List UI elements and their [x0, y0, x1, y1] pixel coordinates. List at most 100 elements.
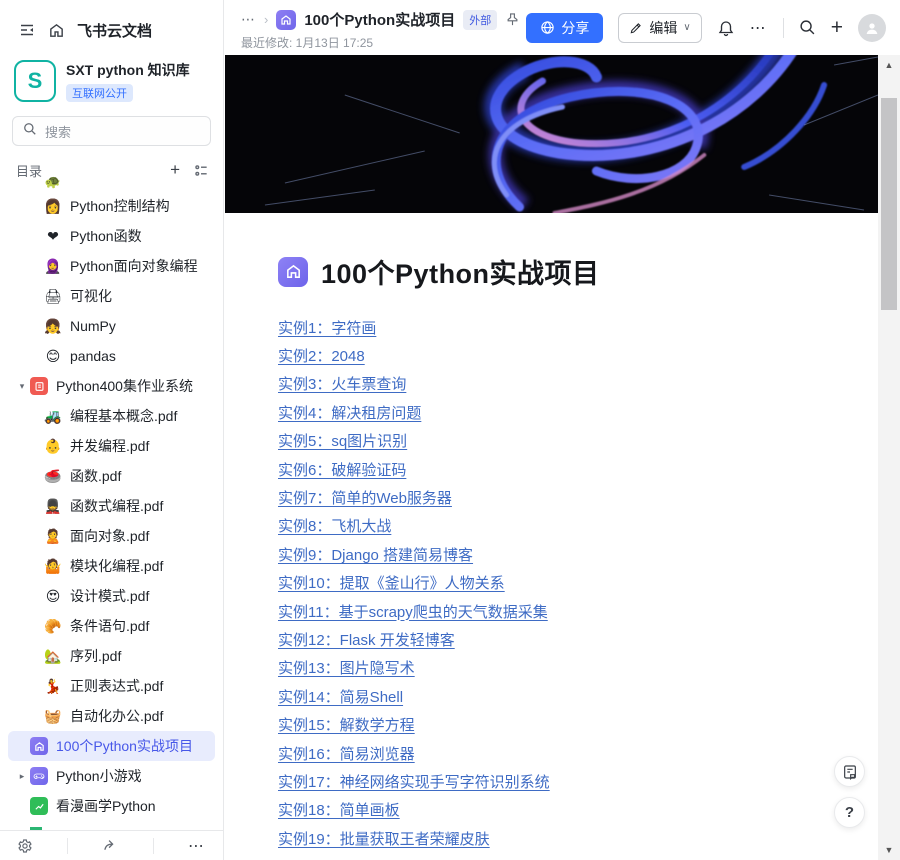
- sidebar-item[interactable]: 🧺 自动化办公.pdf: [0, 701, 223, 731]
- croissant-icon: 🥐: [44, 618, 62, 634]
- sidebar-item[interactable]: 😊 pandas: [0, 341, 223, 371]
- project-link[interactable]: 实例15：解数学方程: [278, 710, 415, 738]
- divider: [782, 17, 784, 38]
- sidebar-item[interactable]: 🚜 编程基本概念.pdf: [0, 401, 223, 431]
- baby-icon: 👶: [44, 438, 62, 454]
- doc-title-home-icon: [278, 256, 308, 287]
- global-search-icon[interactable]: [799, 19, 816, 36]
- sidebar-item-label: 编程基本概念.pdf: [70, 408, 178, 424]
- project-link[interactable]: 实例4：解决租房问题: [278, 398, 421, 426]
- page-title: 100个Python实战项目: [321, 259, 600, 289]
- scrollbar-thumb[interactable]: [881, 98, 897, 310]
- project-link[interactable]: 实例5：sq图片识别: [278, 427, 407, 455]
- project-link[interactable]: 实例12：Flask 开发轻博客: [278, 625, 455, 653]
- breadcrumb-more-icon[interactable]: ⋯: [241, 11, 256, 28]
- collapse-sidebar-icon[interactable]: [18, 21, 36, 39]
- project-link[interactable]: 实例19：批量获取王者荣耀皮肤: [278, 824, 490, 852]
- sidebar-item[interactable]: 💃 正则表达式.pdf: [0, 671, 223, 701]
- sidebar-item[interactable]: 🥐 条件语句.pdf: [0, 611, 223, 641]
- sidebar-item[interactable]: 👶 并发编程.pdf: [0, 431, 223, 461]
- sidebar-item[interactable]: ▸ Python小游戏: [0, 761, 223, 791]
- breadcrumb: ⋯ › 100个Python实战项目 外部: [241, 9, 520, 30]
- red-space-icon: [30, 377, 48, 395]
- guard-icon: 💂: [44, 498, 62, 514]
- project-link[interactable]: 实例9：Django 搭建简易博客: [278, 540, 473, 568]
- space-name: SXT python 知识库: [66, 62, 190, 78]
- share-forward-icon[interactable]: [102, 837, 119, 854]
- sidebar-item[interactable]: 🐢: [0, 176, 223, 191]
- shrug-icon: 🤷: [44, 558, 62, 574]
- sidebar-item[interactable]: 100个Python实战项目: [8, 731, 215, 761]
- gamepad-icon: [30, 767, 48, 785]
- sidebar-item-label: 并发编程.pdf: [70, 438, 150, 454]
- project-link[interactable]: 实例2：2048: [278, 341, 365, 369]
- project-link[interactable]: 实例14：简易Shell: [278, 682, 403, 710]
- sidebar-item[interactable]: 看漫画学Python: [0, 791, 223, 821]
- search-input[interactable]: 搜索: [12, 116, 211, 146]
- space-info[interactable]: S SXT python 知识库 互联网公开: [0, 44, 223, 102]
- project-link[interactable]: 实例1：字符画: [278, 313, 376, 341]
- more-actions-icon[interactable]: ⋯: [750, 18, 768, 38]
- question-mark-icon: ?: [844, 804, 855, 821]
- project-link[interactable]: 实例3：火车票查询: [278, 370, 406, 398]
- sidebar-item[interactable]: 😍 设计模式.pdf: [0, 581, 223, 611]
- sidebar-item[interactable]: 🏡 序列.pdf: [0, 641, 223, 671]
- person-icon: 🙎: [44, 528, 62, 544]
- sidebar-item[interactable]: 🙎 面向对象.pdf: [0, 521, 223, 551]
- doc-breadcrumb-title[interactable]: 100个Python实战项目: [304, 9, 455, 30]
- project-link[interactable]: 实例7：简单的Web服务器: [278, 483, 452, 511]
- feedback-note-button[interactable]: [834, 756, 865, 787]
- more-options-icon[interactable]: ⋯: [188, 836, 206, 856]
- project-link[interactable]: 实例11：基于scrapy爬虫的天气数据采集: [278, 597, 548, 625]
- sidebar-item-label: Python小游戏: [56, 768, 142, 784]
- avatar[interactable]: [858, 13, 886, 42]
- scroll-up-arrow[interactable]: ▲: [878, 57, 900, 73]
- sidebar-item-label: 模块化编程.pdf: [70, 558, 164, 574]
- sidebar-item-label: 面向对象.pdf: [70, 528, 150, 544]
- help-button[interactable]: ?: [834, 797, 865, 828]
- share-button[interactable]: 分享: [526, 12, 604, 43]
- scroll-down-arrow[interactable]: ▼: [878, 842, 900, 858]
- sidebar-item[interactable]: 👩 Python控制结构: [0, 191, 223, 221]
- sidebar-item[interactable]: 🖨 可视化: [0, 281, 223, 311]
- edit-button[interactable]: 编辑 ∨: [618, 12, 702, 43]
- sidebar-item[interactable]: 🤷 模块化编程.pdf: [0, 551, 223, 581]
- sidebar-item-label: Python控制结构: [70, 198, 170, 214]
- project-link[interactable]: 实例18：简单画板: [278, 796, 400, 824]
- sidebar-item-label: 设计模式.pdf: [70, 588, 150, 604]
- project-link[interactable]: 实例16：简易浏览器: [278, 739, 415, 767]
- cover-image: [225, 55, 878, 213]
- expander-right-icon[interactable]: ▸: [14, 771, 30, 782]
- pencil-icon: [629, 21, 643, 35]
- sidebar-item[interactable]: 🥌 函数.pdf: [0, 461, 223, 491]
- sidebar-item-label: 自动化办公.pdf: [70, 708, 164, 724]
- project-link[interactable]: 实例6：破解验证码: [278, 455, 406, 483]
- woman-headscarf-icon: 🧕: [44, 258, 62, 274]
- sidebar-item[interactable]: ▾ Python400集作业系统: [0, 371, 223, 401]
- create-new-icon[interactable]: +: [831, 17, 843, 38]
- project-link[interactable]: 实例10：提取《釜山行》人物关系: [278, 569, 505, 597]
- project-link[interactable]: 实例17：神经网络实现手写字符识别系统: [278, 767, 550, 795]
- settings-gear-icon[interactable]: [17, 838, 33, 854]
- space-logo: S: [14, 60, 56, 102]
- sidebar-item[interactable]: 🧕 Python面向对象编程: [0, 251, 223, 281]
- sidebar-item-label: 函数式编程.pdf: [70, 498, 164, 514]
- sidebar-item[interactable]: ❤ Python函数: [0, 221, 223, 251]
- sidebar-item[interactable]: 💂 函数式编程.pdf: [0, 491, 223, 521]
- sidebar-header: 飞书云文档: [0, 0, 223, 44]
- scrollbar[interactable]: ▲ ▼: [878, 55, 900, 860]
- notifications-bell-icon[interactable]: [717, 19, 735, 37]
- search-placeholder: 搜索: [45, 124, 72, 140]
- doc-home-icon: [276, 9, 297, 30]
- app-title: 飞书云文档: [77, 22, 153, 40]
- external-badge: 外部: [463, 9, 498, 30]
- sidebar: 飞书云文档 S SXT python 知识库 互联网公开 搜索 目录 + 🐢 👩…: [0, 0, 224, 860]
- project-link[interactable]: 实例13：图片隐写术: [278, 654, 415, 682]
- project-link[interactable]: 实例8：飞机大战: [278, 512, 391, 540]
- home-nav-icon[interactable]: [48, 22, 65, 39]
- sidebar-item-label: pandas: [70, 348, 116, 364]
- chevron-down-icon: ∨: [683, 22, 691, 33]
- pin-icon[interactable]: [505, 12, 520, 27]
- expander-down-icon[interactable]: ▾: [14, 381, 30, 392]
- sidebar-item[interactable]: 👧 NumPy: [0, 311, 223, 341]
